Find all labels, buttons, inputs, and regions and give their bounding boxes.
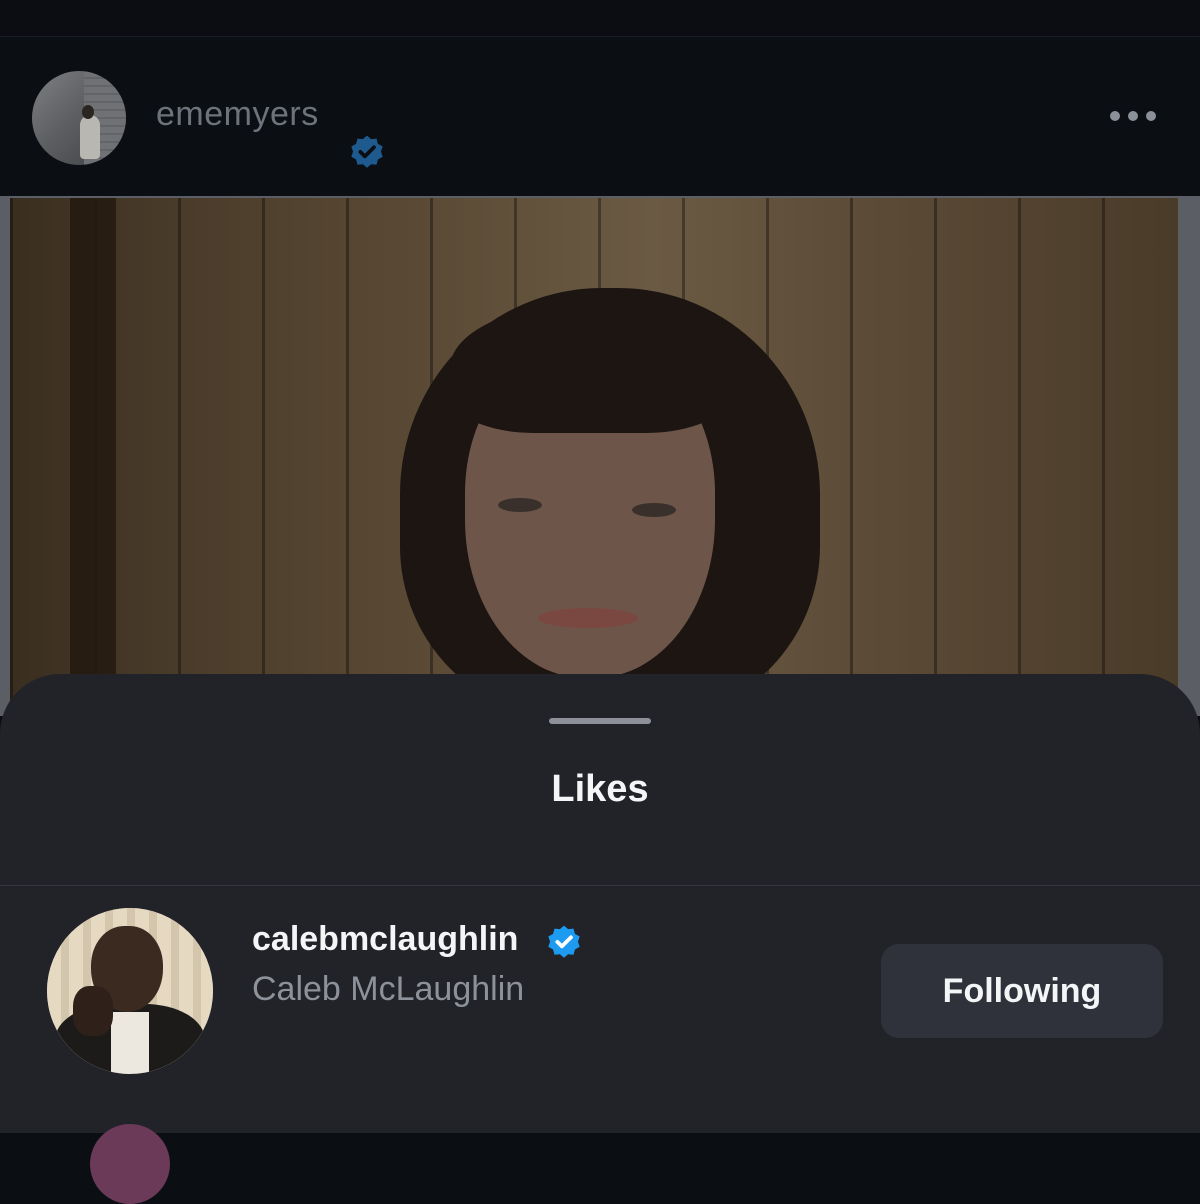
list-item[interactable]: calebmclaughlin Caleb McLaughlin Followi… — [0, 906, 1200, 1076]
owner-avatar[interactable] — [32, 71, 126, 165]
more-dot — [1146, 111, 1156, 121]
status-bar — [0, 0, 1200, 37]
photo-wood-plank — [70, 198, 116, 716]
likes-sheet: Likes calebmclaughlin Caleb McLaughlin F… — [0, 674, 1200, 1204]
post-photo-image — [10, 198, 1178, 716]
photo-eye — [632, 503, 676, 517]
sheet-title: Likes — [551, 768, 649, 810]
more-dot — [1110, 111, 1120, 121]
avatar-hand — [73, 986, 113, 1036]
avatar-shirt — [111, 1012, 149, 1074]
verified-badge-icon — [548, 925, 580, 958]
post-header: ememyers — [0, 37, 1200, 196]
following-button[interactable]: Following — [881, 944, 1163, 1038]
username[interactable]: calebmclaughlin — [252, 920, 518, 959]
divider — [0, 885, 1200, 886]
more-options-icon[interactable] — [1110, 109, 1160, 123]
avatar[interactable] — [47, 908, 213, 1074]
post-photo[interactable] — [0, 196, 1200, 716]
avatar-figure — [80, 115, 100, 159]
owner-username[interactable]: ememyers — [156, 95, 319, 134]
sheet-grabber-handle[interactable] — [549, 718, 651, 724]
verified-badge-icon — [351, 135, 383, 168]
photo-lips — [538, 608, 638, 628]
photo-eye — [498, 498, 542, 512]
avatar[interactable] — [90, 1124, 170, 1204]
avatar-figure-head — [82, 105, 94, 119]
full-name: Caleb McLaughlin — [252, 970, 525, 1008]
more-dot — [1128, 111, 1138, 121]
photo-bangs — [450, 303, 730, 433]
